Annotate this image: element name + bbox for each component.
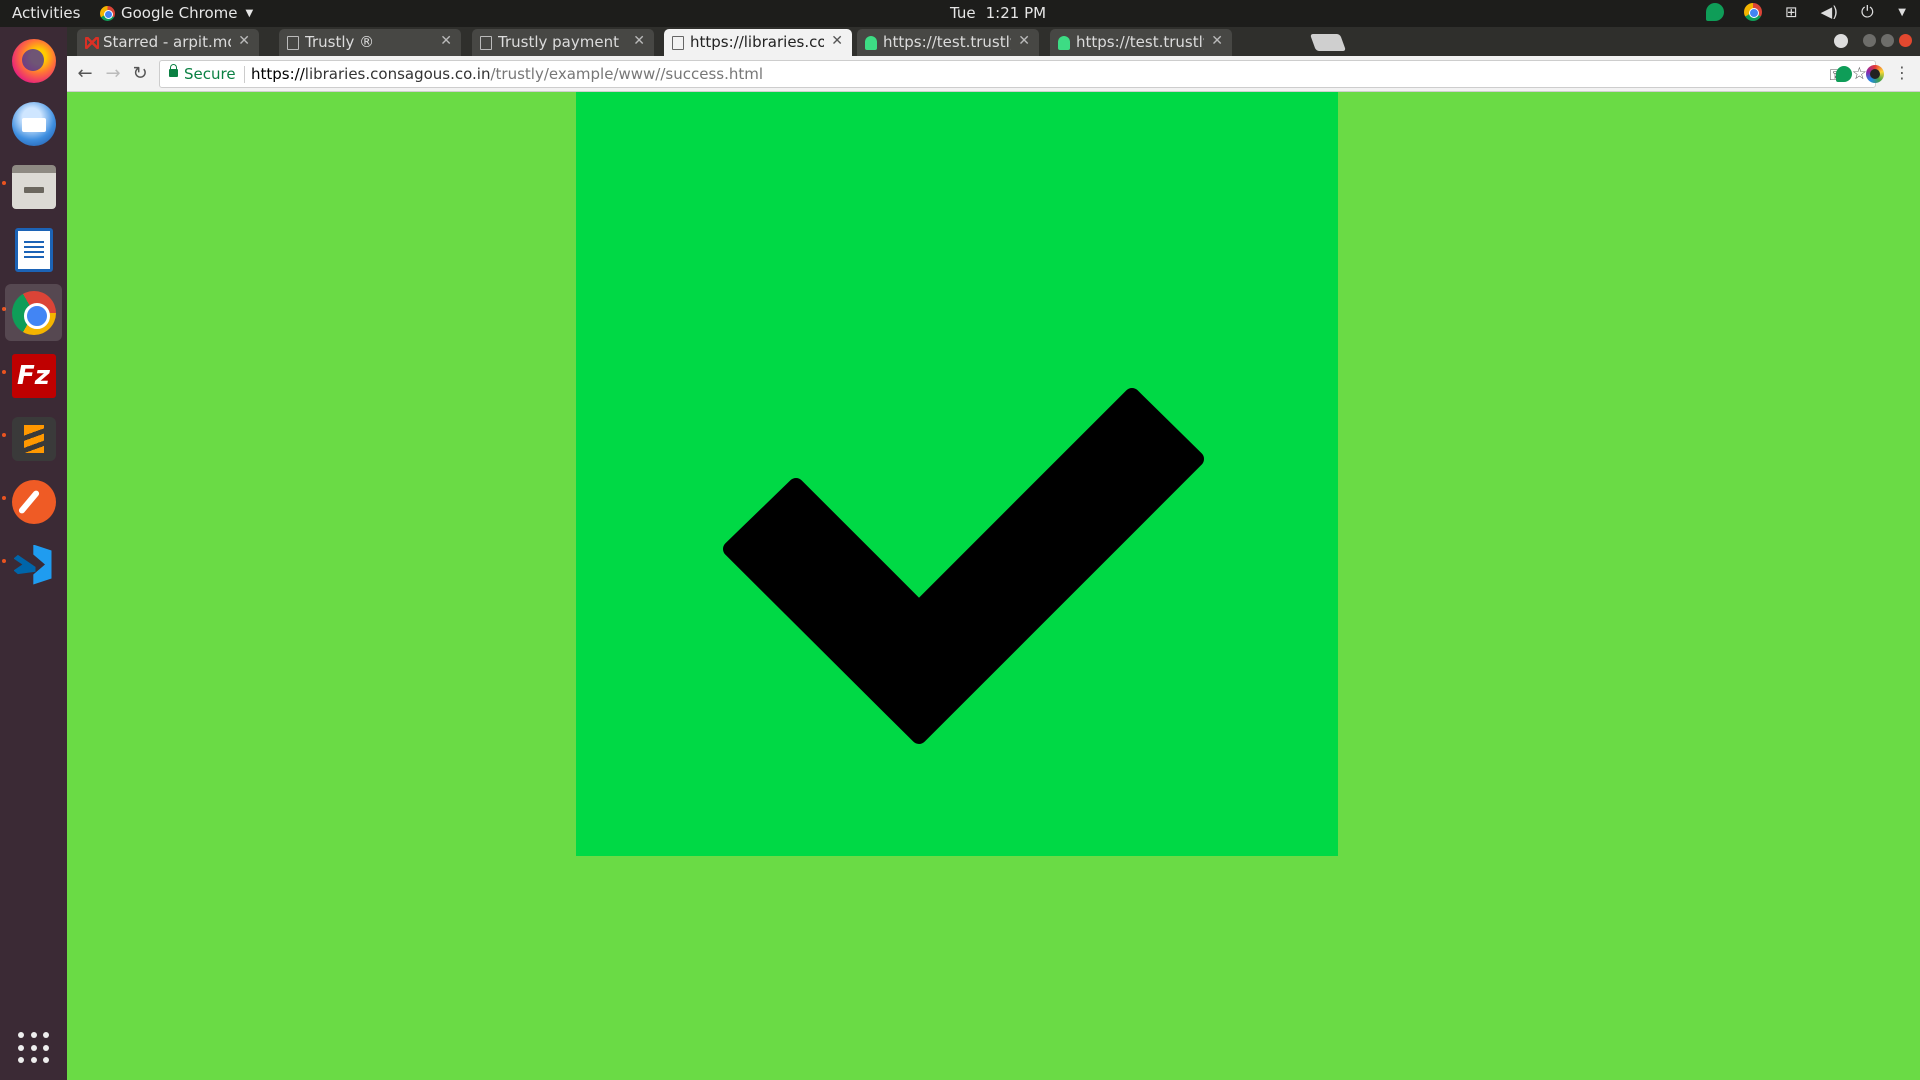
chrome-icon [11, 290, 56, 335]
address-bar[interactable]: Secure https://libraries.consagous.co.in… [159, 60, 1876, 88]
profile-icon[interactable] [1834, 34, 1848, 48]
tab-strip: Starred - arpit.mou ✕ Trustly ® ✕ Trustl… [67, 27, 1920, 56]
new-tab-button[interactable] [1309, 34, 1347, 51]
page-icon [480, 36, 492, 50]
tab-label: Starred - arpit.mou [103, 33, 231, 51]
android-icon [865, 36, 877, 50]
show-applications-icon[interactable] [18, 1032, 50, 1064]
close-icon[interactable]: ✕ [238, 33, 250, 49]
bookmark-star-icon[interactable]: ☆ [1852, 64, 1867, 84]
reload-button[interactable]: ↻ [130, 64, 150, 84]
tab-label: https://test.trustly [1076, 33, 1204, 51]
close-icon[interactable]: ✕ [1018, 33, 1030, 49]
vscode-icon [12, 543, 56, 587]
dock-chrome[interactable] [5, 284, 62, 341]
url-scheme: https:// [251, 65, 305, 83]
page-viewport [67, 92, 1920, 1080]
launcher-dock: Fz [0, 27, 67, 1080]
back-button[interactable]: ← [75, 64, 95, 84]
url-host: libraries.consagous.co.in [304, 65, 491, 83]
tab-libraries-active[interactable]: https://libraries.co ✕ [664, 29, 852, 56]
close-icon[interactable]: ✕ [1211, 33, 1223, 49]
system-menu-caret-icon[interactable]: ▼ [1898, 7, 1906, 18]
chrome-icon [100, 5, 115, 21]
firefox-icon [11, 38, 56, 83]
dock-postman[interactable] [5, 473, 62, 530]
clock-day: Tue [950, 4, 976, 22]
app-menu[interactable]: Google Chrome ▼ [100, 4, 253, 22]
dock-filezilla[interactable]: Fz [5, 347, 62, 404]
activities-button[interactable]: Activities [12, 4, 80, 22]
color-picker-extension-icon[interactable] [1866, 65, 1884, 83]
system-top-bar: Activities Google Chrome ▼ Tue 1:21 PM ⊞… [0, 0, 1920, 27]
power-icon[interactable]: ⏻ [1858, 3, 1876, 21]
dock-firefox[interactable] [5, 32, 62, 89]
success-box [576, 92, 1338, 856]
tab-label: https://libraries.co [690, 33, 824, 51]
url-text[interactable]: https://libraries.consagous.co.in/trustl… [251, 65, 763, 83]
app-menu-label: Google Chrome [121, 4, 238, 22]
tab-label: Trustly payment [498, 33, 619, 51]
dock-writer[interactable] [5, 221, 62, 278]
close-icon[interactable]: ✕ [440, 33, 452, 49]
window-controls [1834, 34, 1912, 48]
chrome-menu-icon[interactable]: ⋮ [1894, 63, 1910, 82]
tab-gmail[interactable]: Starred - arpit.mou ✕ [77, 29, 259, 56]
caret-down-icon: ▼ [245, 7, 254, 19]
maximize-button[interactable] [1881, 34, 1894, 47]
close-icon[interactable]: ✕ [633, 33, 645, 49]
page-icon [287, 36, 299, 50]
android-icon [1058, 36, 1070, 50]
tab-test-trustly-2[interactable]: https://test.trustly ✕ [1050, 29, 1232, 56]
close-icon[interactable]: ✕ [831, 33, 843, 49]
tab-label: https://test.trustly [883, 33, 1011, 51]
files-icon [11, 164, 56, 209]
forward-button[interactable]: → [103, 64, 123, 84]
lock-icon [169, 64, 178, 77]
hangouts-tray-icon[interactable] [1706, 3, 1725, 21]
gmail-icon [85, 37, 99, 49]
secure-label[interactable]: Secure [184, 65, 236, 83]
tab-label: Trustly ® [305, 33, 375, 51]
postman-icon [11, 479, 56, 524]
page-icon [672, 36, 684, 50]
network-icon[interactable]: ⊞ [1782, 3, 1800, 21]
chrome-tray-icon[interactable] [1744, 3, 1763, 21]
libreoffice-writer-icon [14, 227, 53, 272]
tab-test-trustly-1[interactable]: https://test.trustly ✕ [857, 29, 1039, 56]
clock-time: 1:21 PM [985, 4, 1047, 22]
url-path: /trustly/example/www//success.html [490, 65, 764, 83]
dock-sublime[interactable] [5, 410, 62, 467]
dock-vscode[interactable] [5, 536, 62, 593]
clock[interactable]: Tue 1:21 PM [950, 4, 1046, 22]
browser-toolbar: ← → ↻ Secure https://libraries.consagous… [67, 56, 1920, 92]
minimize-button[interactable] [1863, 34, 1876, 47]
system-tray: ⊞ ◀) ⏻ ▼ [1706, 3, 1906, 21]
thunderbird-icon [11, 101, 56, 146]
checkmark-icon [723, 388, 1204, 744]
volume-icon[interactable]: ◀) [1820, 3, 1838, 21]
checkmark-shape [723, 388, 1204, 744]
dock-thunderbird[interactable] [5, 95, 62, 152]
dock-files[interactable] [5, 158, 62, 215]
hangouts-extension-icon[interactable] [1836, 66, 1852, 82]
tab-trustly-payment[interactable]: Trustly payment ✕ [472, 29, 654, 56]
tab-trustly[interactable]: Trustly ® ✕ [279, 29, 461, 56]
close-window-button[interactable] [1899, 34, 1912, 47]
filezilla-icon: Fz [11, 353, 56, 398]
sublime-text-icon [11, 416, 56, 461]
divider [244, 66, 245, 83]
